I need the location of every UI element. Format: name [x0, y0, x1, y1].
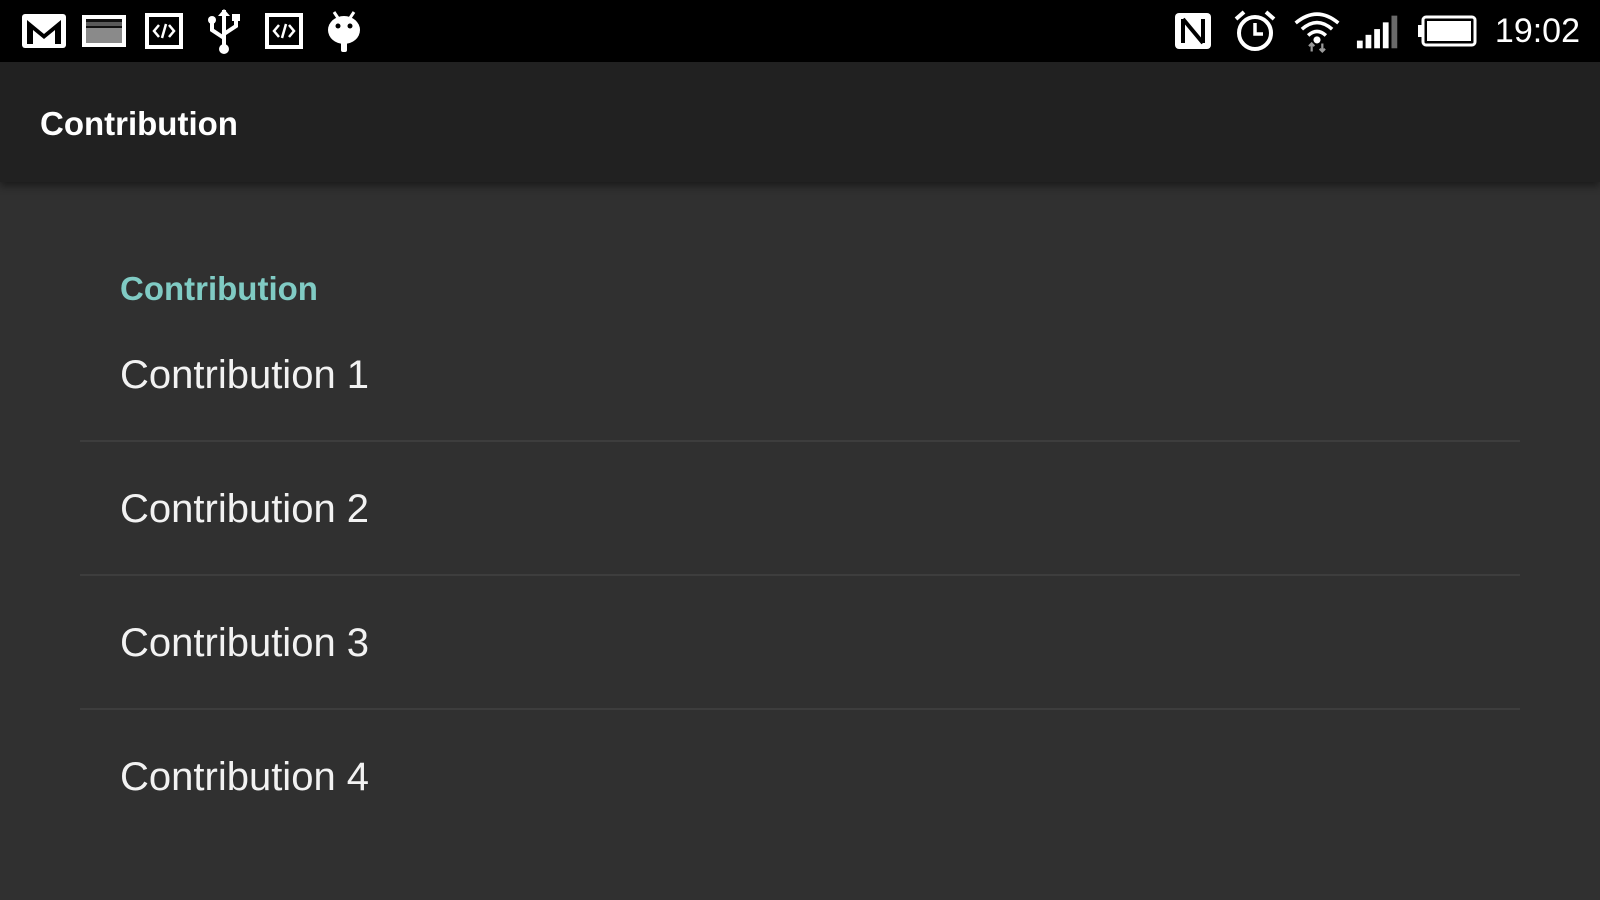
code-icon	[140, 8, 188, 54]
clock-time: 19:02	[1494, 12, 1580, 50]
nfc-icon	[1169, 8, 1217, 54]
usb-icon	[200, 8, 248, 54]
preference-item-contribution-3[interactable]: Contribution 3	[80, 576, 1520, 710]
android-icon	[320, 8, 368, 54]
wifi-icon	[1293, 8, 1341, 54]
preference-item-contribution-4[interactable]: Contribution 4	[80, 710, 1520, 844]
preference-item-contribution-2[interactable]: Contribution 2	[80, 442, 1520, 576]
preference-category-title: Contribution	[120, 270, 318, 307]
preference-item-label: Contribution 1	[120, 353, 370, 397]
preference-item-contribution-1[interactable]: Contribution 1	[80, 308, 1520, 442]
screen: 19:02 Contribution Contribution Contribu…	[0, 0, 1600, 900]
preference-item-label: Contribution 2	[120, 487, 370, 531]
gallery-icon	[80, 8, 128, 54]
preference-item-label: Contribution 3	[120, 621, 370, 665]
preference-item-label: Contribution 4	[120, 755, 370, 799]
notification-icons	[20, 8, 380, 54]
preference-list: Contribution 1 Contribution 2 Contributi…	[80, 308, 1520, 844]
system-icons: 19:02	[1169, 8, 1580, 54]
status-bar: 19:02	[0, 0, 1600, 62]
signal-icon	[1355, 8, 1403, 54]
action-bar-title: Contribution	[40, 105, 238, 142]
preference-screen: Contribution Contribution 1 Contribution…	[0, 182, 1600, 900]
battery-icon	[1417, 8, 1477, 54]
gmail-icon	[20, 8, 68, 54]
code-icon	[260, 8, 308, 54]
alarm-icon	[1231, 8, 1279, 54]
action-bar: Contribution	[0, 62, 1600, 182]
